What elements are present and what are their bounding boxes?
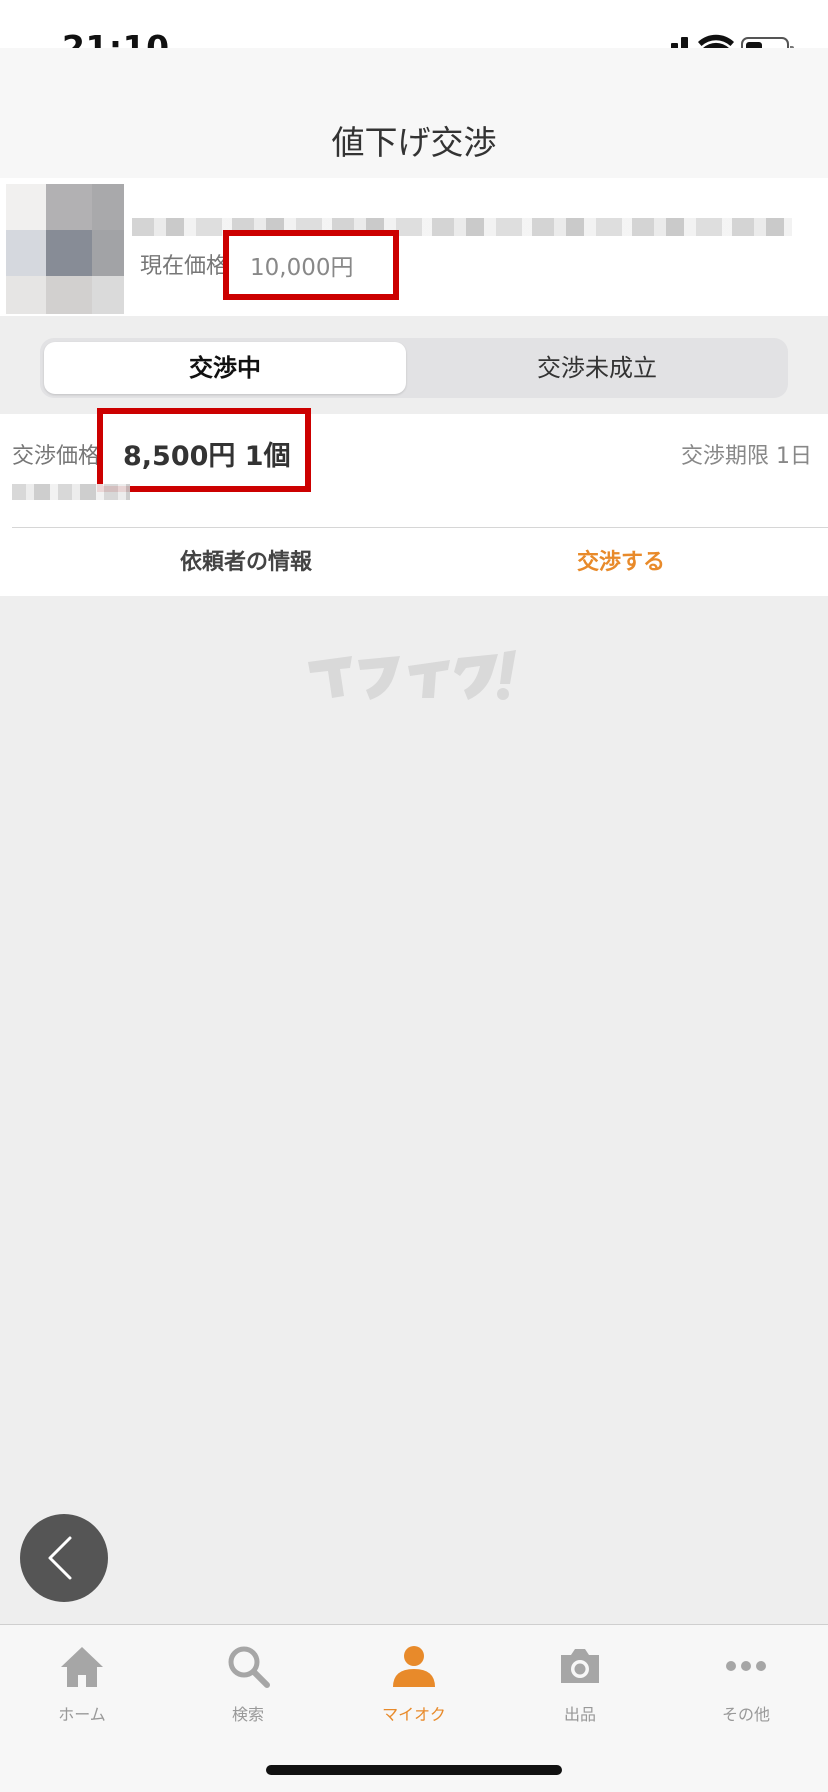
page-title: 値下げ交渉: [331, 123, 497, 162]
current-price-label: 現在価格: [140, 254, 229, 279]
home-icon: [61, 1647, 103, 1687]
tabbar-label-myauction: マイオク: [382, 1705, 446, 1724]
negotiation-price-label: 交渉価格: [12, 444, 101, 469]
tabs-container: 交渉中 交渉未成立: [0, 316, 828, 414]
more-icon: [726, 1661, 766, 1671]
tabbar-label-search: 検索: [231, 1705, 264, 1724]
requester-name-blurred: [12, 484, 130, 500]
camera-icon: [561, 1649, 599, 1683]
negotiation-entry: 交渉価格 8,500円 1個 交渉期限 1日 依頼者の情報 交渉する: [0, 408, 828, 596]
tabbar-item-sell[interactable]: 出品: [510, 1641, 650, 1725]
tabbar-item-more[interactable]: その他: [676, 1641, 816, 1725]
tabbar-label-home: ホーム: [58, 1705, 106, 1724]
negotiate-button[interactable]: 交渉する: [492, 528, 750, 596]
chevron-left-icon: [48, 1536, 72, 1580]
tabbar-label-sell: 出品: [563, 1705, 596, 1724]
negotiation-deadline: 交渉期限 1日: [681, 444, 812, 469]
tabbar-label-more: その他: [721, 1705, 770, 1724]
tabbar-item-home[interactable]: ホーム: [12, 1641, 152, 1725]
item-thumbnail: [6, 184, 124, 314]
tabbar-item-search[interactable]: 検索: [178, 1641, 318, 1725]
tab-negotiation-failed[interactable]: 交渉未成立: [410, 342, 784, 394]
tabbar-item-myauction[interactable]: マイオク: [344, 1641, 484, 1725]
current-price-highlight: [223, 230, 399, 300]
nav-header: 値下げ交渉: [0, 48, 828, 178]
person-icon: [393, 1646, 435, 1687]
home-indicator: [266, 1765, 562, 1775]
back-button[interactable]: [20, 1514, 108, 1602]
yahuoku-logo-watermark: [308, 650, 516, 700]
search-icon: [228, 1646, 270, 1688]
tab-negotiating[interactable]: 交渉中: [44, 342, 406, 394]
negotiation-price-highlight: [97, 408, 311, 492]
segmented-control: 交渉中 交渉未成立: [40, 338, 788, 398]
item-card[interactable]: 現在価格 10,000円: [0, 178, 828, 316]
requester-info-button[interactable]: 依頼者の情報: [0, 528, 492, 596]
